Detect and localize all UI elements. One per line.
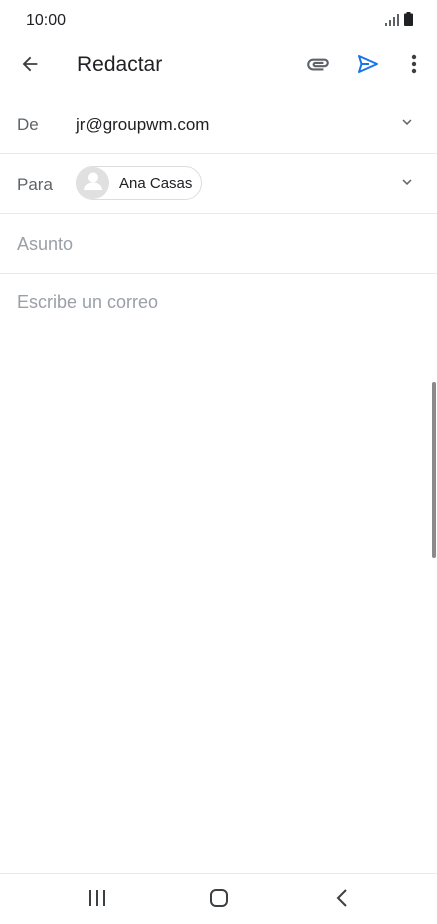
compose-screen: 10:00 Redactar De jr@groupwm.com Para An… xyxy=(0,0,437,924)
to-label: Para xyxy=(17,175,53,194)
signal-icon xyxy=(385,13,399,31)
scrollbar[interactable] xyxy=(432,382,436,558)
chevron-down-icon xyxy=(398,113,416,136)
send-icon xyxy=(356,52,380,81)
attach-button[interactable] xyxy=(302,50,334,82)
paperclip-icon xyxy=(305,51,331,82)
subject-input[interactable]: Asunto xyxy=(17,234,417,255)
from-value[interactable]: jr@groupwm.com xyxy=(76,115,209,135)
send-button[interactable] xyxy=(352,50,384,82)
status-icons xyxy=(385,12,413,31)
more-options-button[interactable] xyxy=(398,50,430,82)
home-button[interactable] xyxy=(199,886,239,914)
status-time: 10:00 xyxy=(26,12,67,29)
from-row: De jr@groupwm.com xyxy=(0,94,437,154)
from-expand-button[interactable] xyxy=(395,112,419,136)
status-bar: 10:00 xyxy=(0,0,437,42)
body-input[interactable]: Escribe un correo xyxy=(17,292,417,313)
more-vertical-icon xyxy=(411,54,417,79)
battery-icon xyxy=(404,12,413,31)
page-title: Redactar xyxy=(77,53,163,76)
recipient-name: Ana Casas xyxy=(119,174,193,192)
recents-icon xyxy=(88,889,106,911)
from-label: De xyxy=(17,115,39,134)
to-row: Para Ana Casas xyxy=(0,154,437,214)
system-back-button[interactable] xyxy=(322,886,362,914)
arrow-back-icon xyxy=(19,53,41,80)
person-icon xyxy=(77,167,109,199)
app-bar: Redactar xyxy=(0,42,437,88)
to-expand-button[interactable] xyxy=(395,172,419,196)
navigation-bar xyxy=(0,873,437,924)
back-icon xyxy=(336,888,348,913)
recents-button[interactable] xyxy=(77,886,117,914)
subject-row: Asunto xyxy=(0,214,437,274)
avatar xyxy=(77,167,109,199)
chevron-down-icon xyxy=(398,173,416,196)
back-button[interactable] xyxy=(14,50,46,82)
recipient-chip[interactable]: Ana Casas xyxy=(76,166,202,200)
home-icon xyxy=(209,888,229,913)
